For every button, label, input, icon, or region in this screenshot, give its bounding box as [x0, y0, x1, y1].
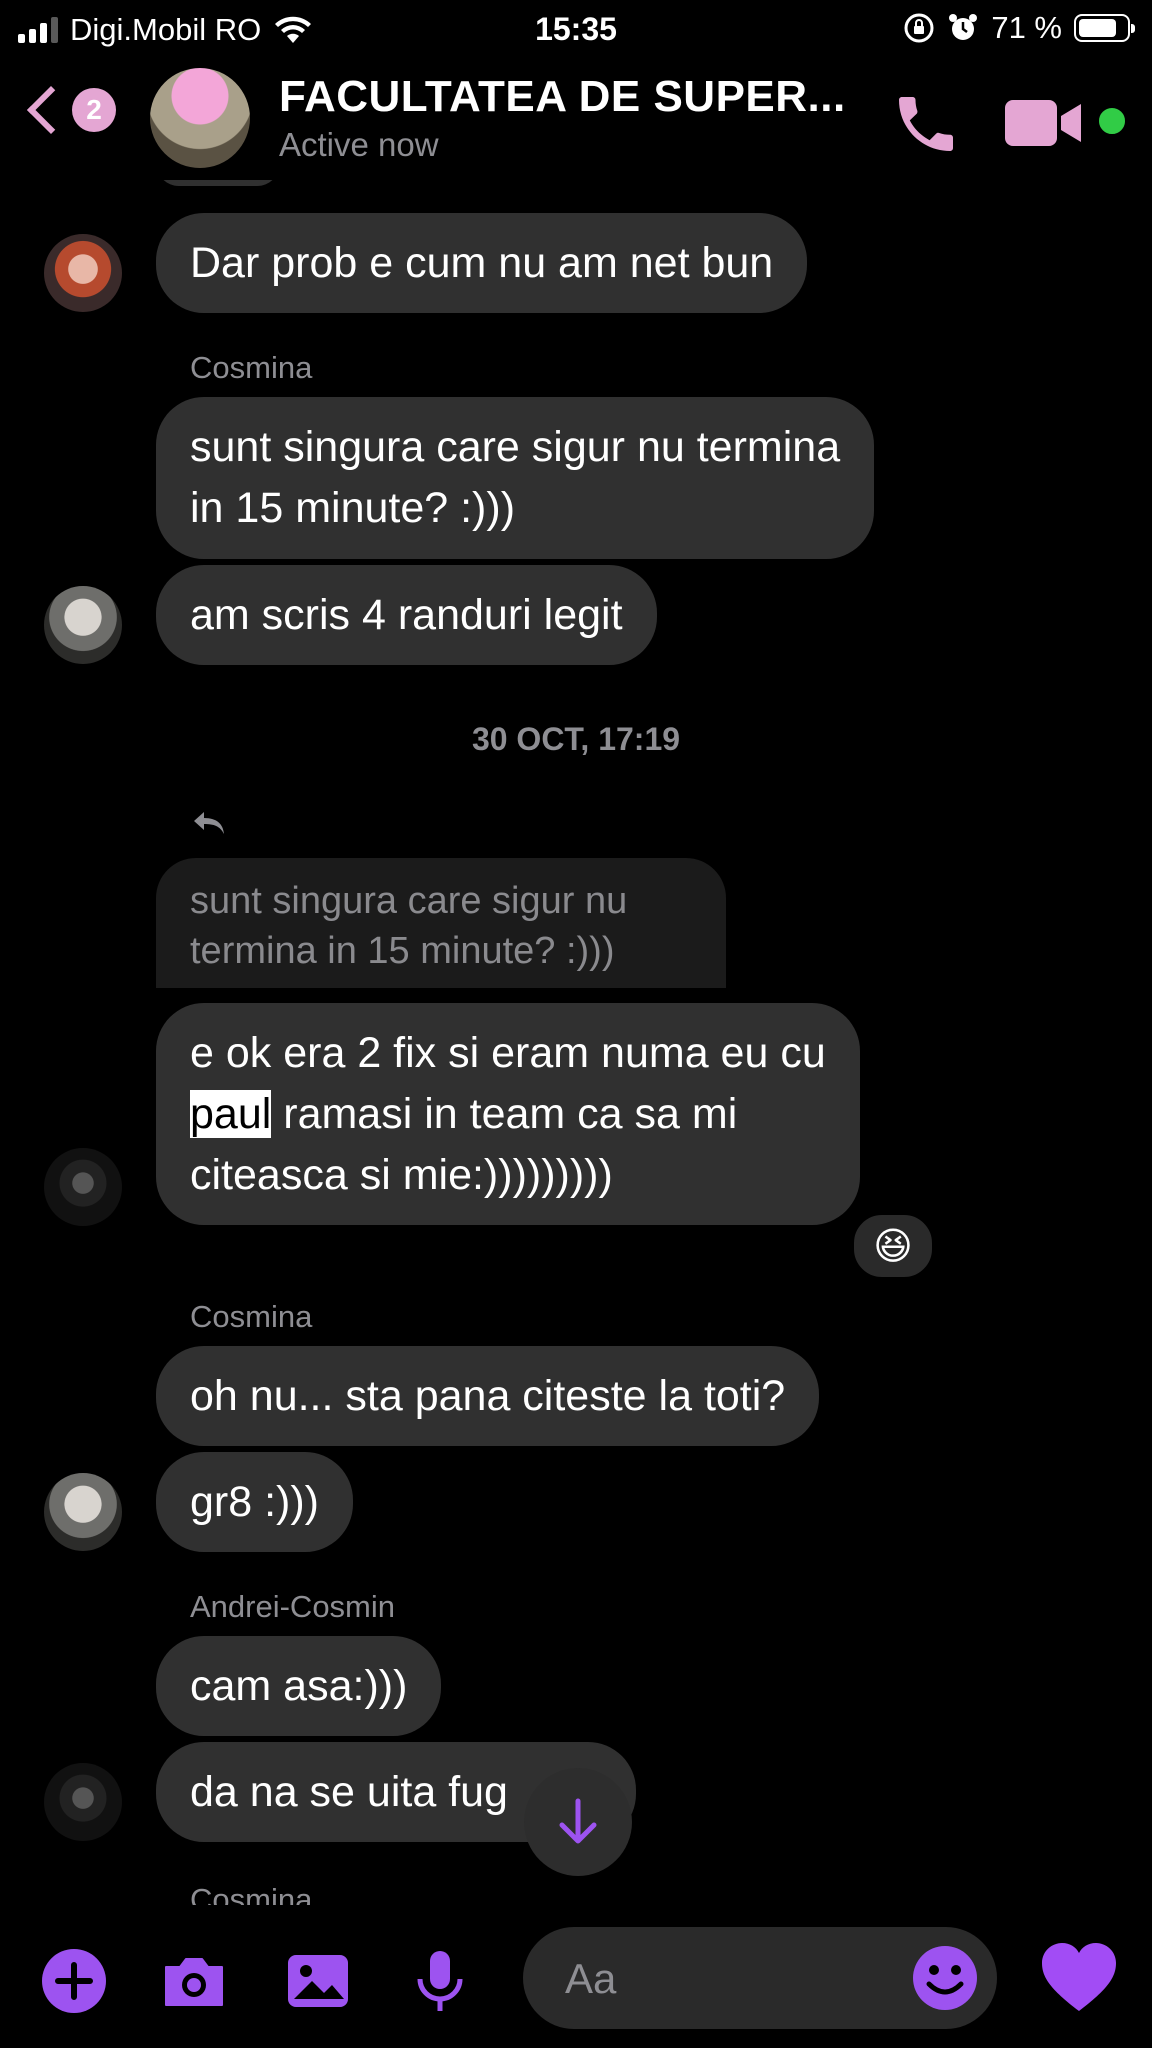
sender-name: Cosmina [190, 350, 313, 385]
phone-icon[interactable] [890, 88, 962, 160]
smile-icon[interactable] [909, 1942, 981, 2014]
message-bubble[interactable]: gr8 :))) [156, 1452, 353, 1552]
message-text-line: paul ramasi in team ca sa mi [190, 1084, 737, 1145]
camera-icon[interactable] [158, 1945, 230, 2017]
reply-icon [194, 812, 224, 834]
gallery-icon[interactable] [282, 1945, 354, 2017]
avatar[interactable] [44, 234, 122, 312]
battery-percent: 71 % [991, 10, 1062, 45]
status-right: 71 % [903, 10, 1135, 46]
avatar[interactable] [44, 1763, 122, 1841]
highlighted-word: paul [190, 1089, 272, 1138]
chat-header: 2 FACULTATEA DE SUPER... Active now [0, 60, 1152, 180]
battery-icon [1074, 14, 1135, 42]
message-text: sunt singura care sigur nu termina [190, 423, 841, 471]
message-text: gr8 :))) [190, 1477, 319, 1526]
avatar[interactable] [44, 1473, 122, 1551]
unread-badge: 2 [72, 88, 116, 132]
message-input[interactable] [563, 1927, 897, 2031]
timestamp: 30 OCT, 17:19 [471, 721, 681, 757]
back-button[interactable]: 2 [26, 85, 116, 135]
avatar[interactable] [44, 1148, 122, 1226]
message-bubble[interactable]: sunt singura care sigur nu termina in 15… [156, 397, 875, 559]
quoted-message[interactable]: sunt singura care sigur nu termina in 15… [156, 858, 726, 988]
quoted-text: termina in 15 minute? :))) [190, 930, 615, 972]
plus-icon[interactable] [38, 1945, 110, 2017]
message-composer[interactable] [523, 1927, 997, 2031]
message-text: cam asa:))) [190, 1661, 408, 1710]
avatar[interactable] [44, 586, 122, 664]
message-bubble[interactable]: am scris 4 randuri legit [156, 565, 657, 665]
online-indicator [1096, 105, 1128, 137]
message-text: in 15 minute? :))) [190, 484, 516, 532]
scroll-to-bottom-button[interactable] [524, 1768, 632, 1876]
message-bubble-cutoff[interactable] [156, 180, 280, 186]
arrow-down-icon [559, 1798, 597, 1844]
group-avatar[interactable] [150, 68, 250, 168]
message-bubble[interactable]: e ok era 2 fix si eram numa eu cu paul r… [156, 1003, 860, 1225]
microphone-icon[interactable] [404, 1945, 476, 2017]
message-text: da na se uita fug [190, 1767, 508, 1816]
active-status: Active now [279, 126, 439, 163]
message-text: am scris 4 randuri legit [190, 590, 623, 639]
sender-name: Cosmina [190, 1299, 313, 1334]
orientation-lock-icon [904, 13, 934, 43]
chevron-left-icon [26, 85, 76, 135]
message-text: e ok era 2 fix si eram numa eu cu [190, 1028, 826, 1077]
reaction-emoji[interactable]: 😆 [850, 1211, 936, 1281]
sender-name: Andrei-Cosmin [190, 1589, 396, 1624]
sender-name: Cosmina [190, 1882, 313, 1905]
video-icon[interactable] [1005, 96, 1085, 150]
message-text: Dar prob e cum nu am net bun [190, 238, 774, 287]
message-text: ramasi in team ca sa mi [271, 1089, 738, 1138]
alarm-icon [949, 14, 978, 40]
message-list[interactable]: Dar prob e cum nu am net bun Cosmina sun… [0, 180, 1152, 1905]
message-bubble[interactable]: cam asa:))) [156, 1636, 442, 1736]
heart-icon[interactable] [1040, 1941, 1118, 2015]
message-text: citeasca si mie:))))))))) [190, 1150, 613, 1199]
quoted-text: sunt singura care sigur nu [190, 880, 628, 922]
chat-title[interactable]: FACULTATEA DE SUPER... [279, 72, 846, 122]
composer-bar [0, 1905, 1152, 2048]
status-bar: Digi.Mobil RO 15:35 71 % [0, 0, 1152, 60]
message-text: oh nu... sta pana citeste la toti? [190, 1371, 786, 1420]
message-bubble[interactable]: oh nu... sta pana citeste la toti? [156, 1346, 820, 1446]
message-bubble[interactable]: Dar prob e cum nu am net bun [156, 213, 808, 313]
